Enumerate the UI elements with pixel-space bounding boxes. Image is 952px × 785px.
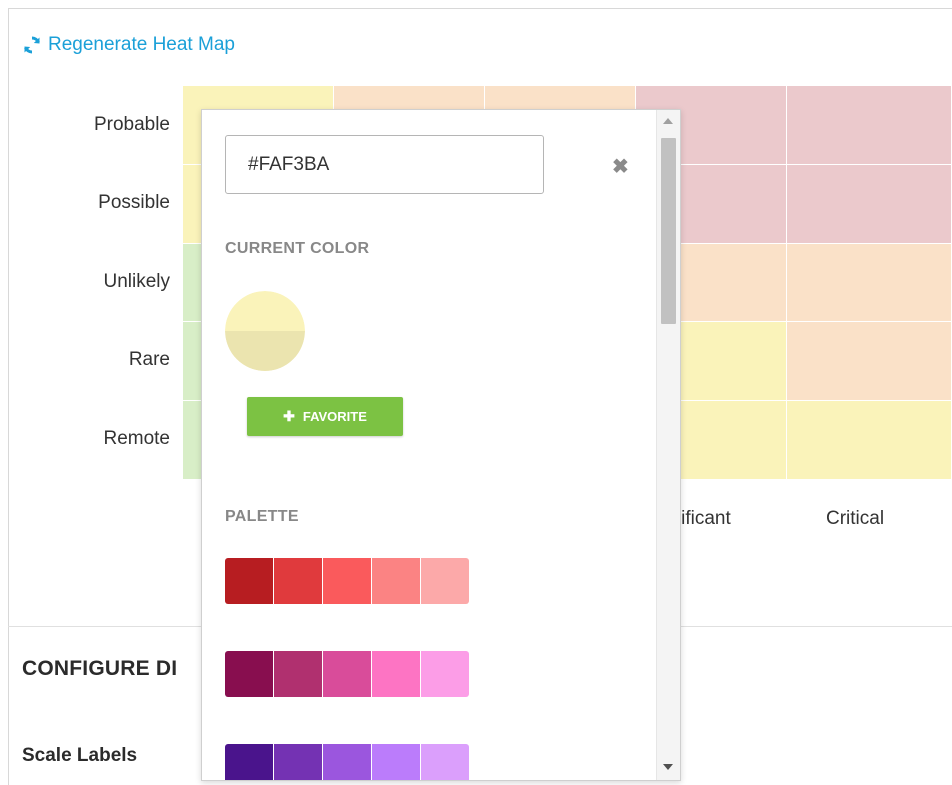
close-icon[interactable]: ✖ xyxy=(612,154,629,179)
palette-swatch-2-4[interactable] xyxy=(421,744,469,780)
refresh-icon xyxy=(24,36,40,54)
palette-swatch-2-0[interactable] xyxy=(225,744,273,780)
color-picker-popup: ✖ CURRENT COLOR ✚ FAVORITE PALETTE xyxy=(201,109,681,781)
palette-swatch-1-3[interactable] xyxy=(372,651,420,697)
heat-cell-r3-c4[interactable] xyxy=(787,322,952,402)
current-color-swatch xyxy=(225,291,305,371)
heat-cell-r4-c4[interactable] xyxy=(787,401,952,480)
hex-color-input[interactable] xyxy=(225,135,544,194)
palette-swatch-1-0[interactable] xyxy=(225,651,273,697)
configure-section-title: CONFIGURE DI xyxy=(22,657,178,680)
palette-swatch-0-3[interactable] xyxy=(372,558,420,604)
palette-swatch-1-4[interactable] xyxy=(421,651,469,697)
regenerate-label: Regenerate Heat Map xyxy=(48,34,235,55)
heat-cell-r0-c4[interactable] xyxy=(787,86,952,165)
row-label-possible: Possible xyxy=(98,192,170,213)
favorite-label: FAVORITE xyxy=(302,409,367,424)
popup-scrollbar[interactable] xyxy=(656,110,680,780)
palette-row-purples xyxy=(225,744,469,780)
palette-row-reds xyxy=(225,558,469,604)
scrollbar-thumb[interactable] xyxy=(661,138,676,324)
palette-swatch-2-3[interactable] xyxy=(372,744,420,780)
palette-swatch-0-2[interactable] xyxy=(323,558,371,604)
palette-row-pinks xyxy=(225,651,469,697)
palette-swatch-0-0[interactable] xyxy=(225,558,273,604)
scale-labels-heading: Scale Labels xyxy=(22,745,138,766)
current-color-heading: CURRENT COLOR xyxy=(225,240,370,257)
plus-icon: ✚ xyxy=(283,408,295,424)
row-label-remote: Remote xyxy=(103,428,170,449)
heat-cell-r2-c4[interactable] xyxy=(787,243,952,323)
row-label-unlikely: Unlikely xyxy=(103,271,170,292)
row-label-rare: Rare xyxy=(128,349,170,370)
palette-swatch-2-1[interactable] xyxy=(274,744,322,780)
add-favorite-button[interactable]: ✚ FAVORITE xyxy=(247,397,403,436)
scroll-down-arrow-icon[interactable] xyxy=(663,764,673,770)
palette-swatch-2-2[interactable] xyxy=(323,744,371,780)
regenerate-heat-map-link[interactable]: Regenerate Heat Map xyxy=(22,34,235,56)
heat-cell-r1-c4[interactable] xyxy=(787,164,952,244)
palette-swatch-0-1[interactable] xyxy=(274,558,322,604)
row-label-probable: Probable xyxy=(93,114,170,135)
scroll-up-arrow-icon[interactable] xyxy=(663,118,673,124)
palette-swatch-1-1[interactable] xyxy=(274,651,322,697)
palette-swatch-1-2[interactable] xyxy=(323,651,371,697)
palette-swatch-0-4[interactable] xyxy=(421,558,469,604)
col-label-critical: Critical xyxy=(826,508,885,529)
palette-heading: PALETTE xyxy=(225,508,299,525)
